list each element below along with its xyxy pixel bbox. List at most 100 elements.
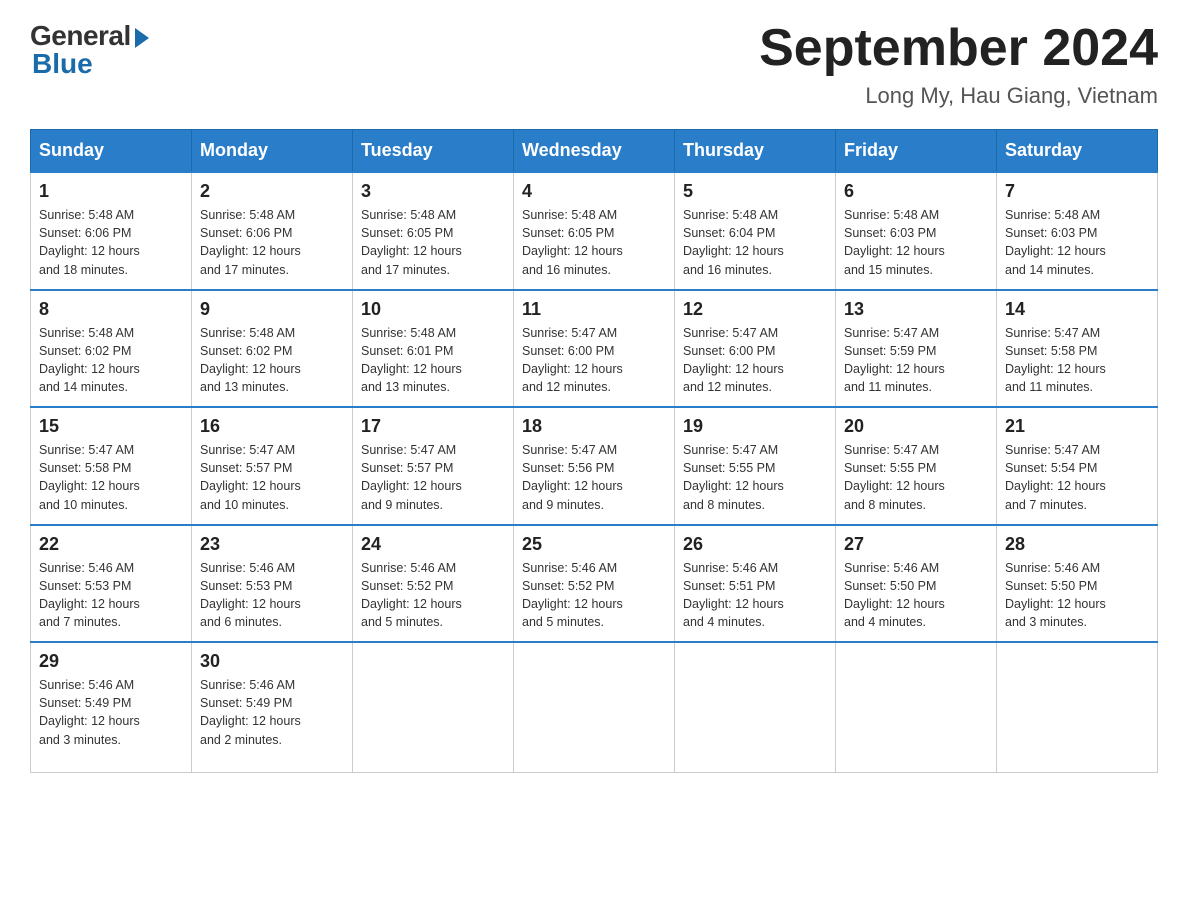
day-info: Sunrise: 5:46 AMSunset: 5:52 PMDaylight:… [522, 559, 666, 632]
day-info: Sunrise: 5:46 AMSunset: 5:53 PMDaylight:… [200, 559, 344, 632]
day-number: 12 [683, 299, 827, 320]
day-info: Sunrise: 5:47 AMSunset: 5:57 PMDaylight:… [200, 441, 344, 514]
day-cell-17: 17 Sunrise: 5:47 AMSunset: 5:57 PMDaylig… [353, 407, 514, 525]
day-cell-3: 3 Sunrise: 5:48 AMSunset: 6:05 PMDayligh… [353, 172, 514, 290]
day-cell-18: 18 Sunrise: 5:47 AMSunset: 5:56 PMDaylig… [514, 407, 675, 525]
empty-cell [514, 642, 675, 772]
day-cell-4: 4 Sunrise: 5:48 AMSunset: 6:05 PMDayligh… [514, 172, 675, 290]
day-number: 22 [39, 534, 183, 555]
day-cell-11: 11 Sunrise: 5:47 AMSunset: 6:00 PMDaylig… [514, 290, 675, 408]
logo-blue-text: Blue [32, 48, 93, 80]
day-info: Sunrise: 5:47 AMSunset: 6:00 PMDaylight:… [522, 324, 666, 397]
day-number: 23 [200, 534, 344, 555]
day-info: Sunrise: 5:48 AMSunset: 6:02 PMDaylight:… [200, 324, 344, 397]
day-number: 2 [200, 181, 344, 202]
day-number: 29 [39, 651, 183, 672]
header-cell-saturday: Saturday [997, 130, 1158, 173]
day-cell-16: 16 Sunrise: 5:47 AMSunset: 5:57 PMDaylig… [192, 407, 353, 525]
day-cell-28: 28 Sunrise: 5:46 AMSunset: 5:50 PMDaylig… [997, 525, 1158, 643]
day-info: Sunrise: 5:48 AMSunset: 6:06 PMDaylight:… [200, 206, 344, 279]
day-number: 1 [39, 181, 183, 202]
empty-cell [997, 642, 1158, 772]
week-row-1: 1 Sunrise: 5:48 AMSunset: 6:06 PMDayligh… [31, 172, 1158, 290]
day-info: Sunrise: 5:47 AMSunset: 5:59 PMDaylight:… [844, 324, 988, 397]
day-cell-22: 22 Sunrise: 5:46 AMSunset: 5:53 PMDaylig… [31, 525, 192, 643]
day-number: 18 [522, 416, 666, 437]
day-info: Sunrise: 5:47 AMSunset: 5:55 PMDaylight:… [683, 441, 827, 514]
calendar-title: September 2024 [759, 20, 1158, 77]
day-number: 24 [361, 534, 505, 555]
header-cell-thursday: Thursday [675, 130, 836, 173]
day-info: Sunrise: 5:48 AMSunset: 6:03 PMDaylight:… [844, 206, 988, 279]
day-number: 11 [522, 299, 666, 320]
day-cell-24: 24 Sunrise: 5:46 AMSunset: 5:52 PMDaylig… [353, 525, 514, 643]
title-section: September 2024 Long My, Hau Giang, Vietn… [759, 20, 1158, 109]
day-cell-20: 20 Sunrise: 5:47 AMSunset: 5:55 PMDaylig… [836, 407, 997, 525]
day-cell-13: 13 Sunrise: 5:47 AMSunset: 5:59 PMDaylig… [836, 290, 997, 408]
day-info: Sunrise: 5:46 AMSunset: 5:52 PMDaylight:… [361, 559, 505, 632]
week-row-4: 22 Sunrise: 5:46 AMSunset: 5:53 PMDaylig… [31, 525, 1158, 643]
day-info: Sunrise: 5:47 AMSunset: 5:54 PMDaylight:… [1005, 441, 1149, 514]
day-number: 20 [844, 416, 988, 437]
day-info: Sunrise: 5:48 AMSunset: 6:06 PMDaylight:… [39, 206, 183, 279]
week-row-3: 15 Sunrise: 5:47 AMSunset: 5:58 PMDaylig… [31, 407, 1158, 525]
calendar-table: SundayMondayTuesdayWednesdayThursdayFrid… [30, 129, 1158, 773]
day-info: Sunrise: 5:46 AMSunset: 5:49 PMDaylight:… [39, 676, 183, 749]
day-cell-8: 8 Sunrise: 5:48 AMSunset: 6:02 PMDayligh… [31, 290, 192, 408]
calendar-subtitle: Long My, Hau Giang, Vietnam [759, 83, 1158, 109]
header-row: SundayMondayTuesdayWednesdayThursdayFrid… [31, 130, 1158, 173]
day-info: Sunrise: 5:47 AMSunset: 5:58 PMDaylight:… [39, 441, 183, 514]
empty-cell [836, 642, 997, 772]
day-number: 7 [1005, 181, 1149, 202]
day-cell-2: 2 Sunrise: 5:48 AMSunset: 6:06 PMDayligh… [192, 172, 353, 290]
day-number: 5 [683, 181, 827, 202]
day-number: 27 [844, 534, 988, 555]
day-info: Sunrise: 5:48 AMSunset: 6:05 PMDaylight:… [522, 206, 666, 279]
day-cell-7: 7 Sunrise: 5:48 AMSunset: 6:03 PMDayligh… [997, 172, 1158, 290]
day-cell-10: 10 Sunrise: 5:48 AMSunset: 6:01 PMDaylig… [353, 290, 514, 408]
week-row-5: 29 Sunrise: 5:46 AMSunset: 5:49 PMDaylig… [31, 642, 1158, 772]
header-cell-friday: Friday [836, 130, 997, 173]
day-number: 14 [1005, 299, 1149, 320]
day-info: Sunrise: 5:48 AMSunset: 6:02 PMDaylight:… [39, 324, 183, 397]
logo: General Blue [30, 20, 149, 80]
day-number: 28 [1005, 534, 1149, 555]
header-cell-sunday: Sunday [31, 130, 192, 173]
day-number: 6 [844, 181, 988, 202]
day-info: Sunrise: 5:46 AMSunset: 5:49 PMDaylight:… [200, 676, 344, 749]
header-cell-tuesday: Tuesday [353, 130, 514, 173]
day-number: 13 [844, 299, 988, 320]
day-cell-30: 30 Sunrise: 5:46 AMSunset: 5:49 PMDaylig… [192, 642, 353, 772]
day-cell-6: 6 Sunrise: 5:48 AMSunset: 6:03 PMDayligh… [836, 172, 997, 290]
day-number: 16 [200, 416, 344, 437]
day-cell-27: 27 Sunrise: 5:46 AMSunset: 5:50 PMDaylig… [836, 525, 997, 643]
day-cell-12: 12 Sunrise: 5:47 AMSunset: 6:00 PMDaylig… [675, 290, 836, 408]
day-info: Sunrise: 5:48 AMSunset: 6:01 PMDaylight:… [361, 324, 505, 397]
day-cell-21: 21 Sunrise: 5:47 AMSunset: 5:54 PMDaylig… [997, 407, 1158, 525]
day-info: Sunrise: 5:46 AMSunset: 5:53 PMDaylight:… [39, 559, 183, 632]
day-info: Sunrise: 5:47 AMSunset: 5:57 PMDaylight:… [361, 441, 505, 514]
day-number: 30 [200, 651, 344, 672]
day-number: 26 [683, 534, 827, 555]
day-cell-23: 23 Sunrise: 5:46 AMSunset: 5:53 PMDaylig… [192, 525, 353, 643]
week-row-2: 8 Sunrise: 5:48 AMSunset: 6:02 PMDayligh… [31, 290, 1158, 408]
day-cell-26: 26 Sunrise: 5:46 AMSunset: 5:51 PMDaylig… [675, 525, 836, 643]
page-header: General Blue September 2024 Long My, Hau… [30, 20, 1158, 109]
day-info: Sunrise: 5:47 AMSunset: 5:55 PMDaylight:… [844, 441, 988, 514]
day-number: 19 [683, 416, 827, 437]
day-cell-14: 14 Sunrise: 5:47 AMSunset: 5:58 PMDaylig… [997, 290, 1158, 408]
day-info: Sunrise: 5:48 AMSunset: 6:04 PMDaylight:… [683, 206, 827, 279]
day-number: 17 [361, 416, 505, 437]
day-info: Sunrise: 5:47 AMSunset: 5:58 PMDaylight:… [1005, 324, 1149, 397]
empty-cell [353, 642, 514, 772]
header-cell-wednesday: Wednesday [514, 130, 675, 173]
day-cell-19: 19 Sunrise: 5:47 AMSunset: 5:55 PMDaylig… [675, 407, 836, 525]
logo-arrow-icon [135, 28, 149, 48]
day-info: Sunrise: 5:48 AMSunset: 6:05 PMDaylight:… [361, 206, 505, 279]
day-cell-1: 1 Sunrise: 5:48 AMSunset: 6:06 PMDayligh… [31, 172, 192, 290]
day-number: 25 [522, 534, 666, 555]
day-info: Sunrise: 5:48 AMSunset: 6:03 PMDaylight:… [1005, 206, 1149, 279]
day-number: 4 [522, 181, 666, 202]
day-number: 15 [39, 416, 183, 437]
day-number: 21 [1005, 416, 1149, 437]
